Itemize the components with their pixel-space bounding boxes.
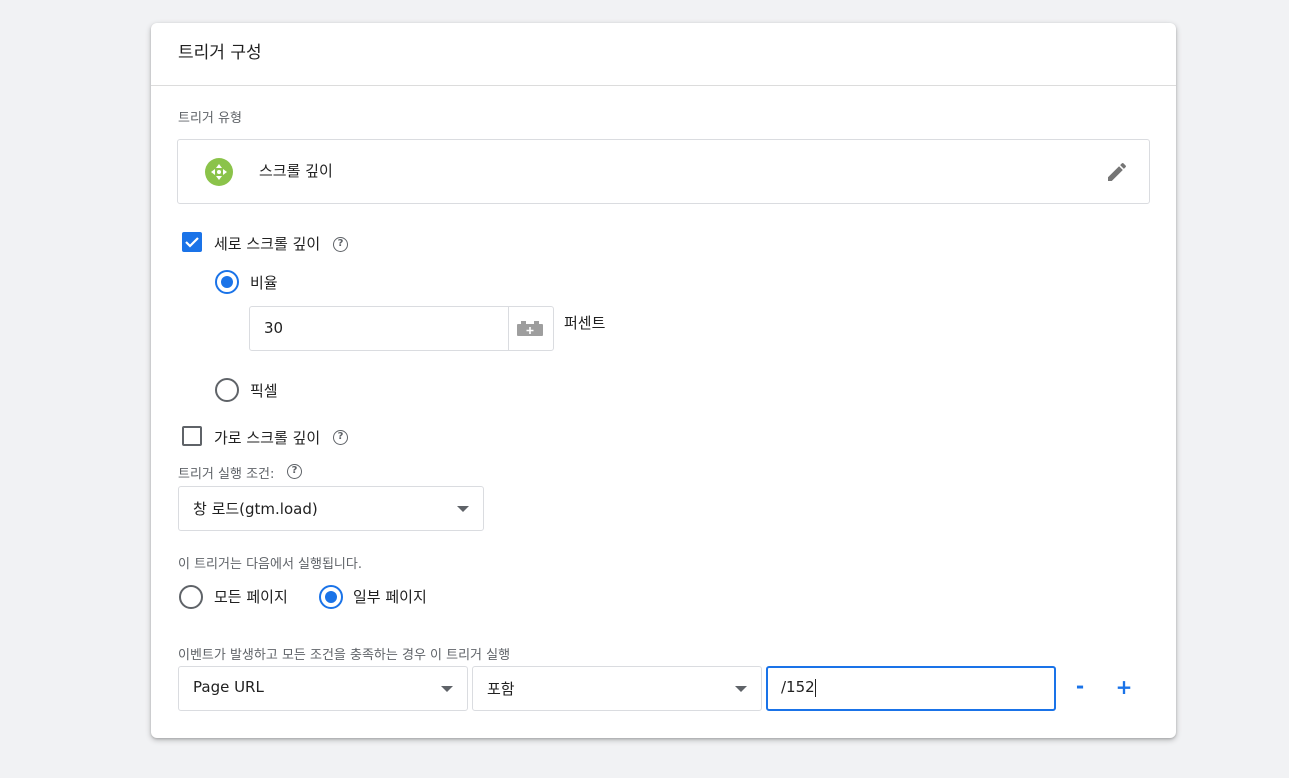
percent-input[interactable]: 30 — [249, 306, 554, 351]
vertical-scroll-checkbox[interactable] — [182, 232, 202, 252]
chevron-down-icon — [441, 686, 453, 692]
trigger-type-box[interactable]: 스크롤 깊이 — [177, 139, 1150, 204]
horizontal-scroll-label: 가로 스크롤 깊이 — [214, 429, 321, 447]
some-pages-label: 일부 페이지 — [353, 588, 427, 606]
condition-value: /152 — [781, 678, 816, 697]
percent-unit: 퍼센트 — [564, 314, 606, 332]
variable-select[interactable]: Page URL — [178, 666, 468, 711]
fire-on-label: 트리거 실행 조건: — [178, 467, 275, 482]
operator-select[interactable]: 포함 — [472, 666, 762, 711]
fire-on-value: 창 로드(gtm.load) — [193, 500, 318, 518]
pencil-icon[interactable] — [1105, 160, 1129, 184]
add-condition-button[interactable]: + — [1114, 675, 1134, 699]
remove-condition-button[interactable]: - — [1070, 674, 1090, 698]
help-icon[interactable]: ? — [287, 464, 302, 479]
fire-on-select[interactable]: 창 로드(gtm.load) — [178, 486, 484, 531]
card-title: 트리거 구성 — [151, 23, 1176, 86]
all-pages-label: 모든 페이지 — [214, 588, 288, 606]
vertical-scroll-label: 세로 스크롤 깊이 — [214, 235, 321, 253]
radio-all-pages[interactable] — [179, 585, 203, 609]
variable-value: Page URL — [193, 678, 264, 696]
help-icon[interactable]: ? — [333, 237, 348, 252]
operator-value: 포함 — [487, 680, 515, 698]
variable-picker-icon[interactable] — [516, 321, 544, 337]
condition-value-input[interactable]: /152 — [766, 666, 1056, 711]
condition-label: 이벤트가 발생하고 모든 조건을 충족하는 경우 이 트리거 실행 — [178, 648, 511, 663]
trigger-config-card: 트리거 구성 트리거 유형 스크롤 깊이 세로 스크롤 깊이 ? 비율 30 퍼… — [151, 23, 1176, 738]
text-caret — [814, 678, 816, 697]
trigger-type-name: 스크롤 깊이 — [259, 162, 333, 180]
horizontal-scroll-checkbox[interactable] — [182, 426, 202, 446]
radio-pixel[interactable] — [215, 378, 239, 402]
trigger-type-label: 트리거 유형 — [178, 111, 242, 126]
pixel-label: 픽셀 — [250, 382, 278, 400]
percent-label: 비율 — [250, 274, 278, 292]
percent-value: 30 — [264, 319, 284, 337]
scroll-move-icon — [205, 158, 233, 186]
scope-label: 이 트리거는 다음에서 실행됩니다. — [178, 557, 362, 572]
chevron-down-icon — [735, 686, 747, 692]
checkmark-icon — [185, 237, 199, 248]
input-divider — [508, 307, 509, 350]
help-icon[interactable]: ? — [333, 430, 348, 445]
radio-percent[interactable] — [215, 270, 239, 294]
chevron-down-icon — [457, 506, 469, 512]
radio-some-pages[interactable] — [319, 585, 343, 609]
